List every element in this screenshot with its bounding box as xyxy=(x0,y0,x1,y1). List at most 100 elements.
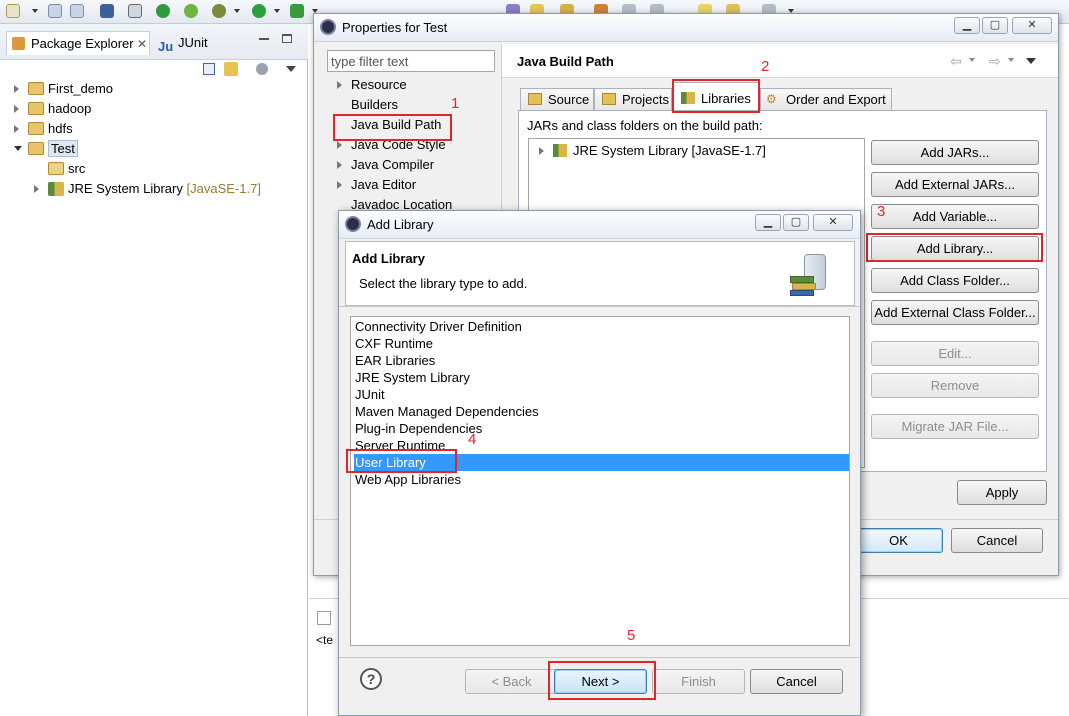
apply-button[interactable]: Apply xyxy=(957,480,1047,505)
nav-item-label: Java Editor xyxy=(351,177,417,192)
save-all-icon[interactable] xyxy=(70,4,84,18)
tab-junit[interactable]: Ju JUnit xyxy=(154,31,224,55)
add-external-class-folder-button[interactable]: Add External Class Folder... xyxy=(871,300,1039,325)
filter-input[interactable]: type filter text xyxy=(327,50,495,72)
tree-item-hdfs[interactable]: hdfs xyxy=(14,119,73,139)
list-item[interactable]: JRE System Library xyxy=(354,369,470,386)
back-dropdown-icon[interactable] xyxy=(969,58,975,62)
close-icon[interactable]: ✕ xyxy=(137,32,147,56)
close-button[interactable]: ✕ xyxy=(813,214,853,231)
finish-button[interactable]: Finish xyxy=(652,669,745,694)
console-icon[interactable] xyxy=(100,4,114,18)
tab-projects[interactable]: Projects xyxy=(594,88,672,110)
list-item[interactable]: Web App Libraries xyxy=(354,471,461,488)
annotation-box-user-library xyxy=(346,449,457,473)
expand-arrow-icon[interactable] xyxy=(337,161,342,169)
nav-item-java-editor[interactable]: Java Editor xyxy=(337,175,417,195)
collapse-arrow-icon[interactable] xyxy=(14,146,22,151)
view-filters-icon[interactable] xyxy=(256,63,268,75)
minimize-icon[interactable] xyxy=(259,38,269,40)
cancel-button[interactable]: Cancel xyxy=(750,669,843,694)
package-explorer-view: Package Explorer ✕ Ju JUnit First_demo h… xyxy=(0,24,308,716)
expand-arrow-icon[interactable] xyxy=(337,81,342,89)
close-button[interactable]: ✕ xyxy=(1012,17,1052,34)
remove-button[interactable]: Remove xyxy=(871,373,1039,398)
maximize-button[interactable]: ▢ xyxy=(982,17,1008,34)
migrate-jar-button[interactable]: Migrate JAR File... xyxy=(871,414,1039,439)
expand-arrow-icon[interactable] xyxy=(14,85,19,93)
run-icon[interactable] xyxy=(252,4,266,18)
nav-item-java-compiler[interactable]: Java Compiler xyxy=(337,155,434,175)
expand-arrow-icon[interactable] xyxy=(14,125,19,133)
project-folder-icon xyxy=(28,142,44,155)
new-dropdown-arrow-icon[interactable] xyxy=(32,9,38,13)
back-nav-icon[interactable]: ⇦ xyxy=(950,53,962,70)
tab-source[interactable]: Source xyxy=(520,88,594,110)
expand-arrow-icon[interactable] xyxy=(337,141,342,149)
nav-item-builders[interactable]: Builders xyxy=(351,95,398,115)
save-icon[interactable] xyxy=(48,4,62,18)
add-external-jars-button[interactable]: Add External JARs... xyxy=(871,172,1039,197)
maximize-icon[interactable] xyxy=(282,34,292,43)
spring-icon[interactable] xyxy=(184,4,198,18)
link-with-editor-icon[interactable] xyxy=(224,62,238,76)
expand-arrow-icon[interactable] xyxy=(14,105,19,113)
page-menu-icon[interactable] xyxy=(1026,58,1036,64)
annotation-box-libraries-tab xyxy=(672,79,760,113)
skip-breakpoints-icon[interactable] xyxy=(128,4,142,18)
jars-label: JARs and class folders on the build path… xyxy=(527,118,763,133)
expand-arrow-icon[interactable] xyxy=(337,181,342,189)
jre-entry[interactable]: JRE System Library [JavaSE-1.7] xyxy=(539,141,766,161)
tree-item-jre-system-library[interactable]: JRE System Library [JavaSE-1.7] xyxy=(34,179,261,199)
header-divider xyxy=(339,306,860,307)
maximize-button[interactable]: ▢ xyxy=(783,214,809,231)
tree-item-label: Test xyxy=(48,140,78,157)
add-jars-button[interactable]: Add JARs... xyxy=(871,140,1039,165)
list-item[interactable]: JUnit xyxy=(354,386,385,403)
forward-nav-icon[interactable]: ⇨ xyxy=(989,53,1001,70)
annotation-box-next xyxy=(548,661,656,700)
jre-entry-label: JRE System Library [JavaSE-1.7] xyxy=(573,143,766,158)
collapse-all-icon[interactable] xyxy=(203,63,215,75)
list-item[interactable]: Plug-in Dependencies xyxy=(354,420,482,437)
server-start-icon[interactable] xyxy=(156,4,170,18)
back-button[interactable]: < Back xyxy=(465,669,558,694)
filter-placeholder: type filter text xyxy=(331,54,409,69)
nav-item-label: Resource xyxy=(351,77,407,92)
expand-arrow-icon[interactable] xyxy=(539,147,544,155)
debug-dropdown-arrow-icon[interactable] xyxy=(234,9,240,13)
run-dropdown-arrow-icon[interactable] xyxy=(274,9,280,13)
list-item[interactable]: Maven Managed Dependencies xyxy=(354,403,539,420)
run-external-icon[interactable] xyxy=(290,4,304,18)
list-item[interactable]: CXF Runtime xyxy=(354,335,433,352)
cancel-button[interactable]: Cancel xyxy=(951,528,1043,553)
project-folder-icon xyxy=(28,102,44,115)
debug-icon[interactable] xyxy=(212,4,226,18)
add-variable-button[interactable]: Add Variable... xyxy=(871,204,1039,229)
view-menu-icon[interactable] xyxy=(286,66,296,72)
list-item[interactable]: Connectivity Driver Definition xyxy=(354,318,522,335)
expand-arrow-icon[interactable] xyxy=(34,185,39,193)
tab-label: Source xyxy=(548,92,590,107)
tree-item-src[interactable]: src xyxy=(48,159,85,179)
library-type-list[interactable]: Connectivity Driver Definition CXF Runti… xyxy=(350,316,850,646)
minimize-button[interactable]: ▁ xyxy=(755,214,781,231)
dialog-title: Properties for Test xyxy=(342,20,448,35)
forward-dropdown-icon[interactable] xyxy=(1008,58,1014,62)
help-icon[interactable]: ? xyxy=(360,668,382,690)
library-wizard-icon xyxy=(790,254,830,298)
list-item[interactable]: EAR Libraries xyxy=(354,352,435,369)
tree-item-label: hadoop xyxy=(48,101,92,116)
minimize-button[interactable]: ▁ xyxy=(954,17,980,34)
nav-item-resource[interactable]: Resource xyxy=(337,75,407,95)
ok-button[interactable]: OK xyxy=(854,528,943,553)
tree-item-first-demo[interactable]: First_demo xyxy=(14,79,113,99)
tree-item-test[interactable]: Test xyxy=(14,139,78,159)
tree-item-hadoop[interactable]: hadoop xyxy=(14,99,92,119)
edit-button[interactable]: Edit... xyxy=(871,341,1039,366)
tab-order-and-export[interactable]: ⚙ Order and Export xyxy=(760,88,892,110)
tab-package-explorer[interactable]: Package Explorer ✕ xyxy=(6,31,150,55)
eclipse-icon xyxy=(345,216,361,232)
add-class-folder-button[interactable]: Add Class Folder... xyxy=(871,268,1039,293)
new-icon[interactable] xyxy=(6,4,20,18)
